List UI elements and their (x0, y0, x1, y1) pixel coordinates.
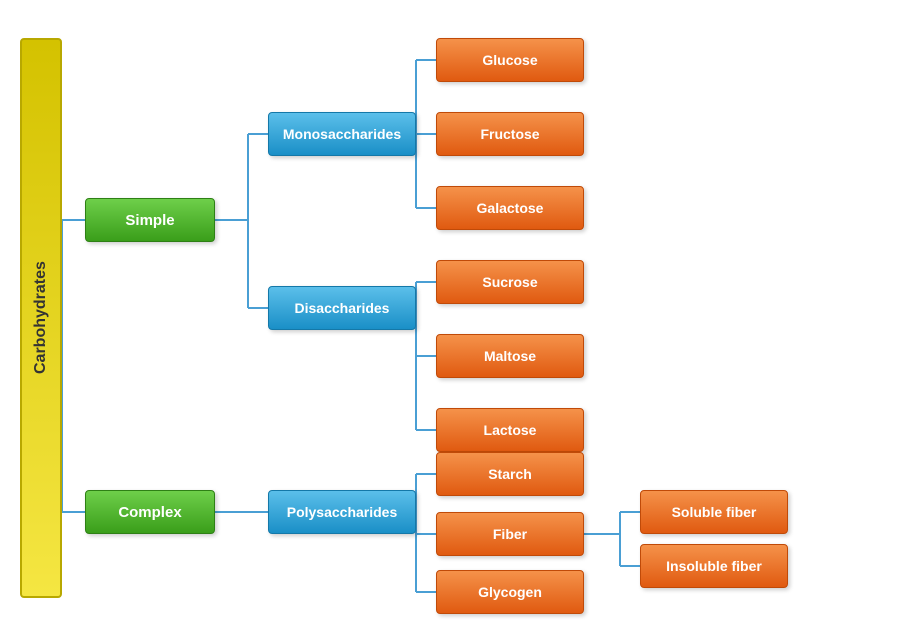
glycogen-node: Glycogen (436, 570, 584, 614)
lactose-node: Lactose (436, 408, 584, 452)
diagram: Carbohydrates Simple Complex Monosacchar… (0, 0, 900, 640)
monosaccharides-node: Monosaccharides (268, 112, 416, 156)
root-node: Carbohydrates (20, 38, 62, 598)
maltose-node: Maltose (436, 334, 584, 378)
fiber-node: Fiber (436, 512, 584, 556)
complex-node: Complex (85, 490, 215, 534)
glucose-node: Glucose (436, 38, 584, 82)
polysaccharides-node: Polysaccharides (268, 490, 416, 534)
simple-node: Simple (85, 198, 215, 242)
insoluble-fiber-node: Insoluble fiber (640, 544, 788, 588)
galactose-node: Galactose (436, 186, 584, 230)
soluble-fiber-node: Soluble fiber (640, 490, 788, 534)
starch-node: Starch (436, 452, 584, 496)
fructose-node: Fructose (436, 112, 584, 156)
sucrose-node: Sucrose (436, 260, 584, 304)
disaccharides-node: Disaccharides (268, 286, 416, 330)
